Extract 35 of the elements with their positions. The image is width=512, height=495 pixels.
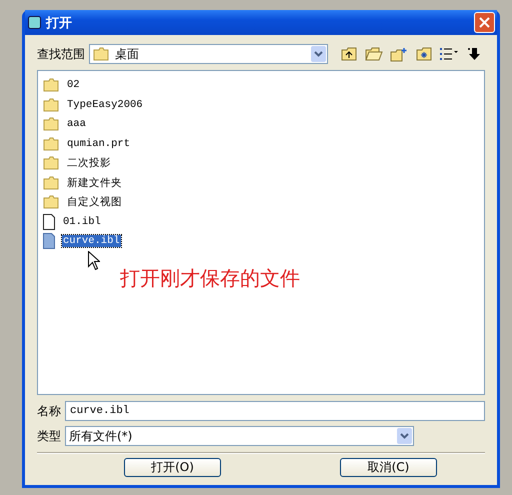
cursor-icon xyxy=(88,250,100,270)
file-name-label: 名称 xyxy=(37,402,61,420)
folder-icon xyxy=(43,117,59,132)
file-item[interactable]: curve.ibl xyxy=(62,235,121,248)
folder-icon xyxy=(43,78,59,92)
caret-icon xyxy=(314,51,323,57)
look-in-label: 查找范围 xyxy=(37,46,85,62)
open-button[interactable]: 打开(O) xyxy=(124,458,221,477)
cancel-button[interactable]: 取消(C) xyxy=(340,458,437,477)
file-item[interactable]: 01.ibl xyxy=(62,216,102,228)
folder-icon xyxy=(43,98,59,112)
folder-icon xyxy=(43,176,59,190)
folder-icon xyxy=(93,47,109,61)
file-item[interactable]: 新建文件夹 xyxy=(66,176,123,190)
annotation-text: 打开刚才保存的文件 xyxy=(120,264,300,292)
folder-icon xyxy=(43,156,59,170)
look-in-dropdown[interactable]: 桌面 xyxy=(89,44,328,64)
file-item[interactable]: aaa xyxy=(66,118,87,130)
caret-icon xyxy=(400,433,409,439)
file-item[interactable]: TypeEasy2006 xyxy=(66,98,144,111)
folder-icon xyxy=(43,195,59,210)
file-item[interactable]: qumian.prt xyxy=(66,138,132,150)
folder-icon xyxy=(43,136,59,151)
file-type-label: 类型 xyxy=(37,428,61,444)
document-icon xyxy=(43,233,55,250)
window-icon xyxy=(28,16,41,29)
close-icon xyxy=(479,17,490,28)
file-item[interactable]: 自定义视图 xyxy=(66,195,123,210)
close-button[interactable] xyxy=(474,12,495,33)
document-icon xyxy=(43,214,55,230)
file-item[interactable]: 二次投影 xyxy=(66,156,112,170)
file-item[interactable]: 02 xyxy=(66,79,81,92)
file-type-dropdown[interactable]: 所有文件(*) xyxy=(65,426,414,446)
file-name-field[interactable]: curve.ibl xyxy=(65,401,485,421)
window-title: 打开 xyxy=(46,14,73,32)
